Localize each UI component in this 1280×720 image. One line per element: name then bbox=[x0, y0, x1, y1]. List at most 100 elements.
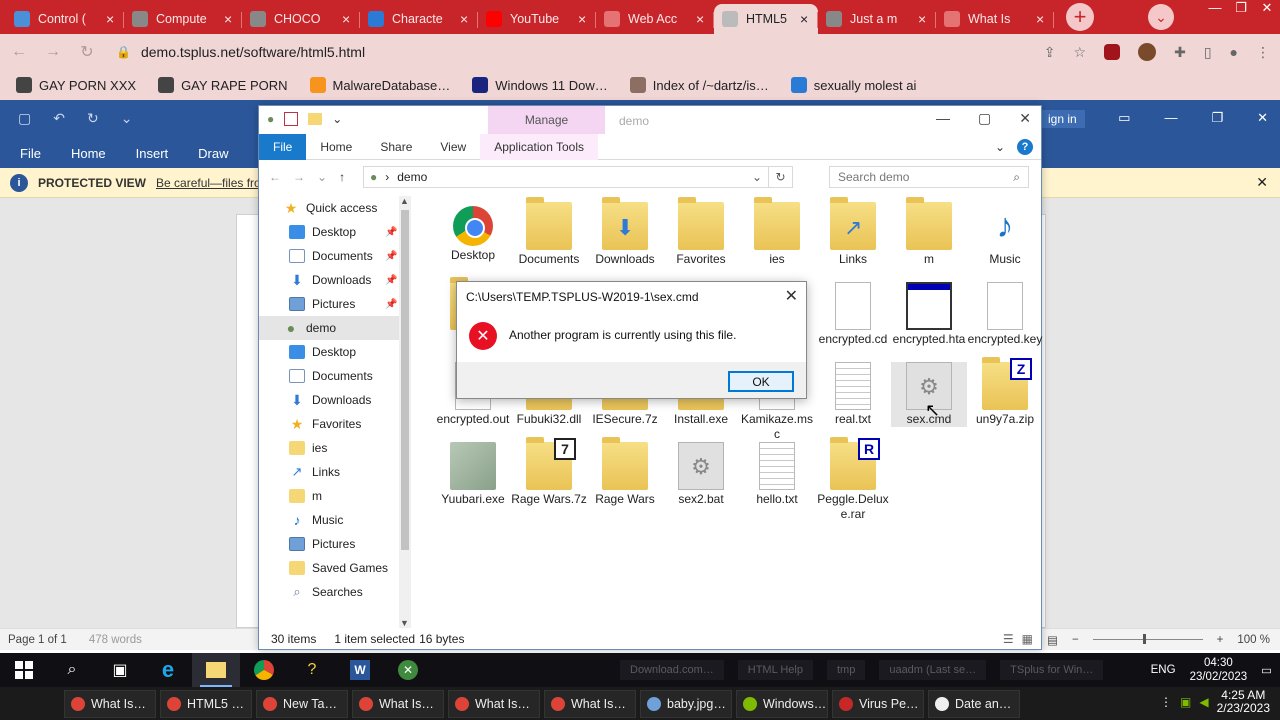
tab-file[interactable]: File bbox=[259, 133, 307, 160]
restore-icon[interactable]: ❐ bbox=[1228, 0, 1254, 20]
ublock-extension-icon[interactable] bbox=[1104, 44, 1121, 60]
nav-item[interactable]: m bbox=[259, 484, 409, 508]
read-mode-icon[interactable]: ▤ bbox=[1047, 633, 1058, 647]
bookmark-item[interactable]: GAY PORN XXX bbox=[16, 77, 136, 93]
bookmark-item[interactable]: Index of /~dartz/is… bbox=[629, 77, 769, 93]
new-tab-button[interactable]: + bbox=[1066, 3, 1094, 31]
navigation-pane-scrollbar[interactable]: ▲ ▼ bbox=[399, 196, 411, 628]
tray-chevron-icon[interactable]: ⋮ bbox=[1160, 695, 1172, 709]
up-icon[interactable]: ↑ bbox=[339, 170, 345, 184]
nav-item[interactable]: ies bbox=[259, 436, 409, 460]
file-item[interactable]: m bbox=[891, 197, 967, 267]
help-icon[interactable]: ? bbox=[288, 653, 336, 687]
host-taskbar-item[interactable]: Virus Pe… bbox=[832, 689, 924, 718]
file-item[interactable]: encrypted.key bbox=[967, 282, 1043, 347]
nav-item[interactable]: Pictures bbox=[259, 532, 409, 556]
restore-icon[interactable]: ❐ bbox=[1211, 110, 1223, 126]
file-item[interactable]: 7 Rage Wars.7z bbox=[511, 437, 587, 507]
side-panel-icon[interactable]: ▯ bbox=[1204, 44, 1212, 61]
tab-application-tools[interactable]: Application Tools bbox=[480, 133, 599, 160]
browser-tab[interactable]: Control (× bbox=[6, 4, 124, 34]
file-item[interactable]: encrypted.hta bbox=[891, 282, 967, 347]
file-item[interactable]: ies bbox=[739, 197, 815, 267]
forward-icon[interactable]: → bbox=[293, 170, 305, 184]
reload-icon[interactable]: ↻ bbox=[78, 42, 96, 62]
profile-icon[interactable]: ● bbox=[1230, 44, 1238, 60]
scroll-thumb[interactable] bbox=[401, 210, 409, 550]
close-icon[interactable]: × bbox=[106, 11, 116, 27]
nav-item[interactable]: ★ Favorites bbox=[259, 412, 409, 436]
tab-home[interactable]: Home bbox=[306, 134, 366, 160]
word-tab[interactable]: Insert bbox=[136, 146, 169, 161]
remote-clock[interactable]: 04:30 23/02/2023 bbox=[1190, 656, 1248, 684]
nav-item[interactable]: ↗ Links bbox=[259, 460, 409, 484]
close-icon[interactable]: ✕ bbox=[785, 286, 798, 306]
recent-locations-icon[interactable]: ⌄ bbox=[317, 170, 327, 184]
nav-item[interactable]: ⬇ Downloads 📌 bbox=[259, 268, 409, 292]
nav-item[interactable]: Documents 📌 bbox=[259, 244, 409, 268]
bookmark-item[interactable]: MalwareDatabase… bbox=[309, 77, 450, 93]
search-icon[interactable]: ⌕ bbox=[48, 653, 96, 687]
word-signin-button[interactable]: ign in bbox=[1040, 110, 1085, 128]
breadcrumb-demo[interactable]: demo bbox=[397, 170, 427, 184]
file-item[interactable]: Desktop bbox=[435, 202, 511, 263]
browser-tab[interactable]: YouTube × bbox=[478, 4, 596, 34]
close-icon[interactable]: × bbox=[1036, 11, 1046, 27]
manage-contextual-tab[interactable]: Manage bbox=[488, 106, 605, 134]
ribbon-display-icon[interactable]: ▭ bbox=[1118, 110, 1130, 126]
host-taskbar-item[interactable]: HTML5 … bbox=[160, 689, 252, 718]
file-item[interactable]: hello.txt bbox=[739, 442, 815, 507]
file-item[interactable]: encrypted.cd bbox=[815, 282, 891, 347]
nav-item[interactable]: Desktop 📌 bbox=[259, 220, 409, 244]
language-indicator[interactable]: ENG bbox=[1151, 664, 1176, 676]
host-taskbar-item[interactable]: What Is… bbox=[544, 689, 636, 718]
properties-icon[interactable] bbox=[284, 112, 299, 126]
browser-tab[interactable]: CHOCO × bbox=[242, 4, 360, 34]
network-icon[interactable]: ▣ bbox=[1180, 695, 1191, 709]
start-button[interactable] bbox=[0, 653, 48, 687]
task-view-icon[interactable]: ▣ bbox=[96, 653, 144, 687]
file-explorer-icon[interactable] bbox=[192, 653, 240, 687]
browser-tab[interactable]: Just a m × bbox=[818, 4, 936, 34]
close-icon[interactable]: × bbox=[578, 11, 588, 27]
browser-tab[interactable]: What Is × bbox=[936, 4, 1054, 34]
word-tab[interactable]: Home bbox=[71, 146, 106, 161]
zoom-out-icon[interactable]: − bbox=[1072, 634, 1079, 646]
nav-item[interactable]: Saved Games bbox=[259, 556, 409, 580]
save-icon[interactable]: ▢ bbox=[18, 110, 31, 127]
word-tab[interactable]: File bbox=[20, 146, 41, 161]
nav-item[interactable]: ♪ Music bbox=[259, 508, 409, 532]
zoom-level[interactable]: 100 % bbox=[1237, 634, 1270, 646]
nav-item[interactable]: Desktop bbox=[259, 340, 409, 364]
back-icon[interactable]: ← bbox=[269, 170, 281, 184]
minimize-icon[interactable]: — bbox=[1202, 0, 1228, 20]
host-taskbar-item[interactable]: What Is… bbox=[352, 689, 444, 718]
close-icon[interactable]: ✕ bbox=[1256, 174, 1268, 191]
menu-kebab-icon[interactable]: ⋮ bbox=[1256, 44, 1270, 61]
ok-button[interactable]: OK bbox=[728, 371, 794, 392]
minimize-icon[interactable]: — bbox=[936, 110, 950, 127]
close-icon[interactable]: × bbox=[342, 11, 352, 27]
scroll-down-icon[interactable]: ▼ bbox=[400, 618, 409, 628]
nav-item[interactable]: ★ Quick access bbox=[259, 196, 409, 220]
bookmark-item[interactable]: sexually molest ai bbox=[790, 77, 916, 93]
close-icon[interactable]: × bbox=[224, 11, 234, 27]
nav-item[interactable]: ⬇ Downloads bbox=[259, 388, 409, 412]
file-item[interactable]: R Peggle.Deluxe.rar bbox=[815, 437, 891, 522]
host-taskbar-item[interactable]: What Is… bbox=[448, 689, 540, 718]
close-icon[interactable]: × bbox=[460, 11, 470, 27]
tab-share[interactable]: Share bbox=[366, 134, 426, 160]
nav-item[interactable]: Documents bbox=[259, 364, 409, 388]
refresh-icon[interactable]: ↻ bbox=[768, 167, 792, 187]
close-icon[interactable]: ✕ bbox=[1257, 110, 1268, 126]
large-icons-view-icon[interactable]: ▦ bbox=[1022, 632, 1033, 646]
volume-icon[interactable]: ◀ bbox=[1199, 695, 1208, 709]
nav-item[interactable]: ● demo bbox=[259, 316, 409, 340]
undo-icon[interactable]: ↶ bbox=[53, 110, 65, 127]
explorer-search-input[interactable]: Search demo ⌕ bbox=[829, 166, 1029, 188]
expand-ribbon-icon[interactable]: ⌄ bbox=[995, 140, 1005, 154]
file-item[interactable]: ⬇ Downloads bbox=[587, 197, 663, 267]
host-taskbar-item[interactable]: What Is… bbox=[64, 689, 156, 718]
chrome-icon[interactable] bbox=[240, 653, 288, 687]
zoom-slider[interactable] bbox=[1092, 634, 1203, 644]
